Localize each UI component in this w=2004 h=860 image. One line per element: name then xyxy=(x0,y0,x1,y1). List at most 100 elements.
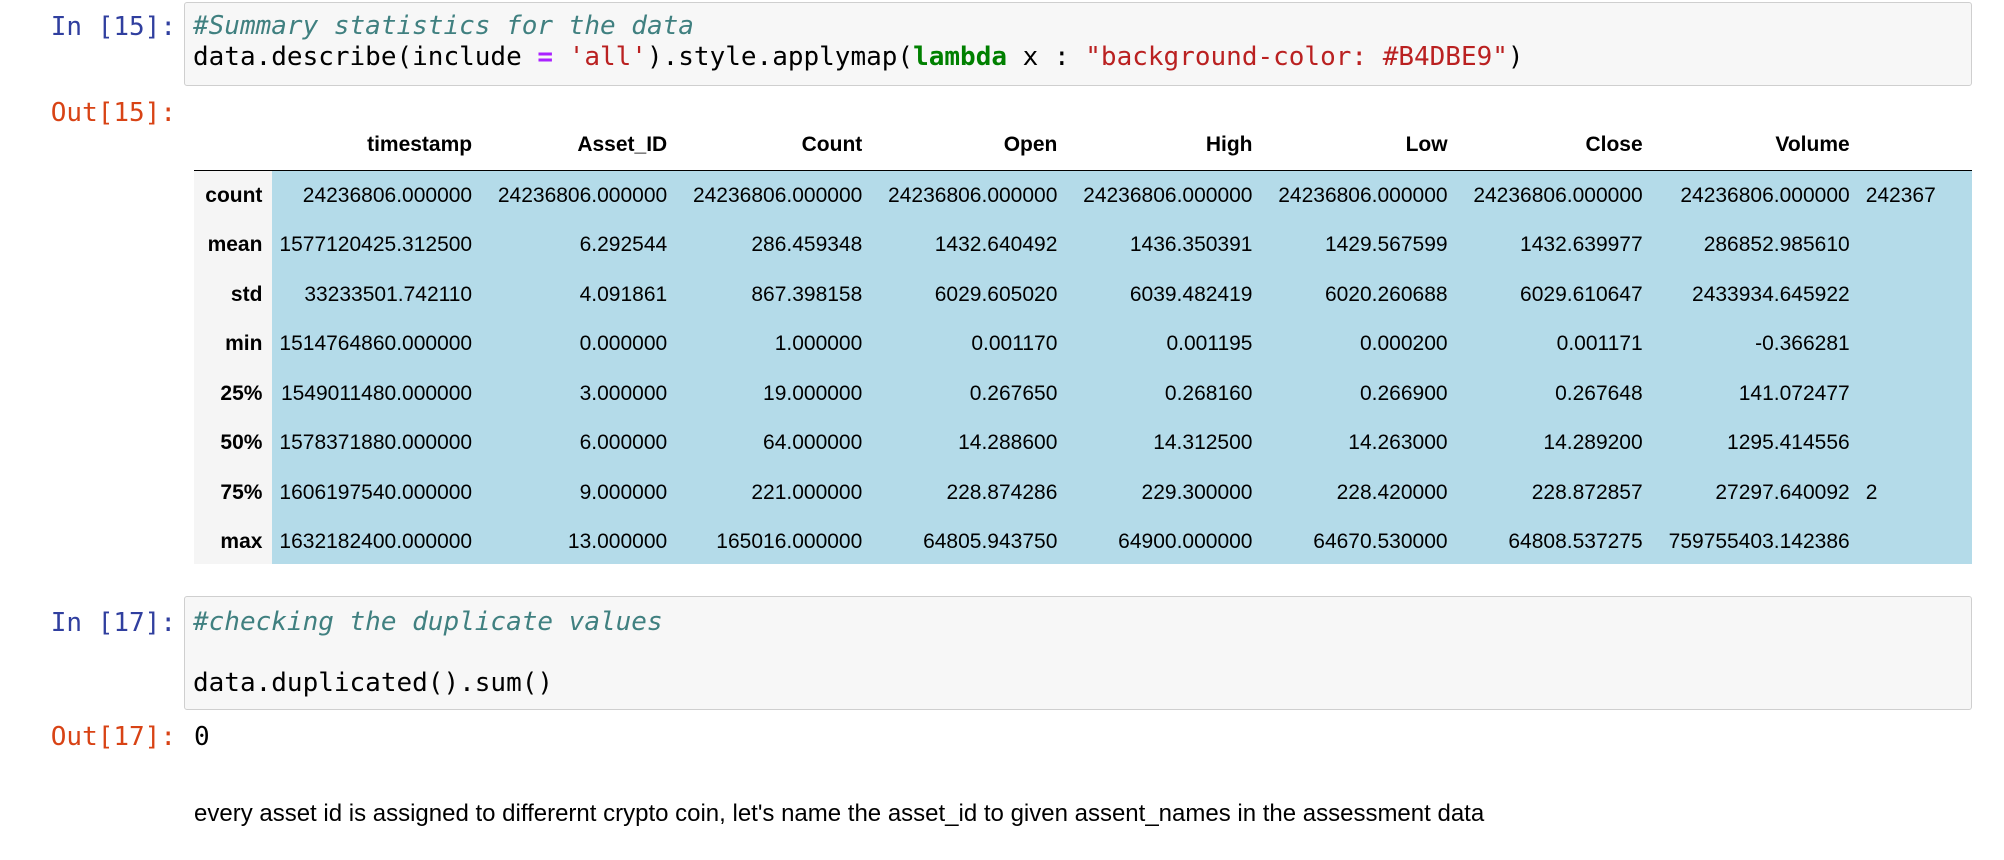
table-cell: 64805.943750 xyxy=(872,517,1068,564)
column-header xyxy=(1860,120,1972,171)
table-cell: 13.000000 xyxy=(482,517,678,564)
table-cell: 867.398158 xyxy=(677,270,873,320)
table-cell: 24236806.000000 xyxy=(1262,170,1458,221)
table-cell: -0.366281 xyxy=(1652,319,1860,369)
table-cell: 141.072477 xyxy=(1652,369,1860,419)
table-cell: 0.000000 xyxy=(482,319,678,369)
table-cell: 4.091861 xyxy=(482,270,678,320)
column-header: Volume xyxy=(1775,133,1850,156)
table-cell xyxy=(1859,369,1972,419)
code-cell-17[interactable]: #checking the duplicate values data.dupl… xyxy=(184,596,1972,710)
table-cell: 759755403.142386 xyxy=(1652,517,1860,564)
table-cell: 1514764860.000000 xyxy=(272,319,483,369)
code-text: ) xyxy=(1507,42,1524,72)
table-cell: 14.312500 xyxy=(1067,418,1263,468)
code-text: ).style.applymap( xyxy=(646,42,914,72)
output-prompt-17: Out[17]: xyxy=(50,722,176,752)
table-cell: 14.288600 xyxy=(872,418,1068,468)
index-header xyxy=(194,120,272,171)
table-cell: 6.292544 xyxy=(482,220,678,270)
code-text: x : xyxy=(1007,42,1086,72)
table-row: std 33233501.742110 4.091861 867.398158 6029… xyxy=(194,270,1972,320)
table-cell: 2433934.645922 xyxy=(1652,270,1860,320)
row-index-label: 50% xyxy=(194,418,273,468)
code-line-describe: data.describe(include = 'all').style.app… xyxy=(193,42,1963,73)
table-cell: 6020.260688 xyxy=(1262,270,1458,320)
code-comment-line: #checking the duplicate values xyxy=(193,607,1963,638)
table-cell: 1432.640492 xyxy=(872,220,1068,270)
table-cell: 9.000000 xyxy=(482,468,678,518)
table-row: count 24236806.000000 24236806.000000 24236… xyxy=(194,170,1972,221)
table-cell xyxy=(1859,319,1972,369)
table-cell: 1578371880.000000 xyxy=(272,418,483,468)
table-row: 50% 1578371880.000000 6.000000 64.000000 14.… xyxy=(194,418,1972,468)
column-header: Asset_ID xyxy=(577,133,668,156)
row-index-label: max xyxy=(194,517,273,564)
table-cell: 0.001170 xyxy=(872,319,1068,369)
code-text: data.describe(include xyxy=(193,42,538,72)
table-cell: 24236806.000000 xyxy=(1652,170,1860,221)
table-cell: 1549011480.000000 xyxy=(272,369,483,419)
table-cell: 228.874286 xyxy=(872,468,1068,518)
table-cell: 286852.985610 xyxy=(1652,220,1860,270)
table-header-row: timestamp Asset_ID Count Open High Low C… xyxy=(194,120,1972,171)
table-cell: 1436.350391 xyxy=(1067,220,1263,270)
table-cell: 0.267648 xyxy=(1457,369,1653,419)
table-cell: 6039.482419 xyxy=(1067,270,1263,320)
table-cell: 165016.000000 xyxy=(677,517,873,564)
table-cell: 64900.000000 xyxy=(1067,517,1263,564)
table-cell: 6029.605020 xyxy=(872,270,1068,320)
table-cell: 24236806.000000 xyxy=(677,170,873,221)
table-cell xyxy=(1859,418,1972,468)
table-row: max 1632182400.000000 13.000000 165016.0000… xyxy=(194,517,1972,564)
table-cell: 0.266900 xyxy=(1262,369,1458,419)
table-cell: 286.459348 xyxy=(677,220,873,270)
column-header: Count xyxy=(801,133,863,156)
row-index-label: 75% xyxy=(194,468,273,518)
code-operator: = xyxy=(537,42,554,72)
table-cell: 6029.610647 xyxy=(1457,270,1653,320)
table-cell: 24236806.000000 xyxy=(272,170,483,221)
output-value: 0 xyxy=(194,722,210,752)
table-cell: 33233501.742110 xyxy=(272,270,483,320)
table-cell: 24236806.000000 xyxy=(482,170,678,221)
code-string: 'all' xyxy=(568,42,647,72)
table-row: mean 1577120425.312500 6.292544 286.459348 1… xyxy=(194,220,1972,270)
code-cell-15[interactable]: #Summary statistics for the data data.de… xyxy=(184,2,1972,86)
column-header: Open xyxy=(1003,133,1058,156)
table-cell xyxy=(1859,517,1972,564)
table-body: count 24236806.000000 24236806.000000 24236… xyxy=(194,170,1972,564)
table-cell: 2 xyxy=(1859,468,1972,518)
row-index-label: mean xyxy=(194,220,273,270)
table-cell: 0.001171 xyxy=(1457,319,1653,369)
table-cell: 27297.640092 xyxy=(1652,468,1860,518)
input-prompt-15: In [15]: xyxy=(50,12,176,42)
table-row: 75% 1606197540.000000 9.000000 221.000000 22… xyxy=(194,468,1972,518)
table-row: 25% 1549011480.000000 3.000000 19.000000 0.2… xyxy=(194,369,1972,419)
code-comment: #Summary statistics for the data xyxy=(193,11,694,41)
row-index-label: count xyxy=(194,170,273,221)
table-cell xyxy=(1859,270,1972,320)
code-comment: #checking the duplicate values xyxy=(193,607,663,637)
code-line-duplicated: data.duplicated().sum() xyxy=(193,668,554,698)
describe-table: timestamp Asset_ID Count Open High Low C… xyxy=(194,120,1972,564)
table-cell: 24236806.000000 xyxy=(872,170,1068,221)
table-cell: 228.420000 xyxy=(1262,468,1458,518)
code-keyword: lambda xyxy=(913,42,1007,72)
table-cell: 14.263000 xyxy=(1262,418,1458,468)
output-prompt-15: Out[15]: xyxy=(50,98,176,128)
table-cell: 6.000000 xyxy=(482,418,678,468)
table-cell: 1432.639977 xyxy=(1457,220,1653,270)
table-cell: 1.000000 xyxy=(677,319,873,369)
table-cell: 0.267650 xyxy=(872,369,1068,419)
table-cell: 229.300000 xyxy=(1067,468,1263,518)
table-cell: 24236806.000000 xyxy=(1457,170,1653,221)
table-cell: 14.289200 xyxy=(1457,418,1653,468)
table-cell: 0.268160 xyxy=(1067,369,1263,419)
table-cell: 64.000000 xyxy=(677,418,873,468)
column-header: Close xyxy=(1585,133,1643,156)
table-cell: 221.000000 xyxy=(677,468,873,518)
dataframe-output: timestamp Asset_ID Count Open High Low C… xyxy=(194,120,1972,564)
table-cell: 64808.537275 xyxy=(1457,517,1653,564)
